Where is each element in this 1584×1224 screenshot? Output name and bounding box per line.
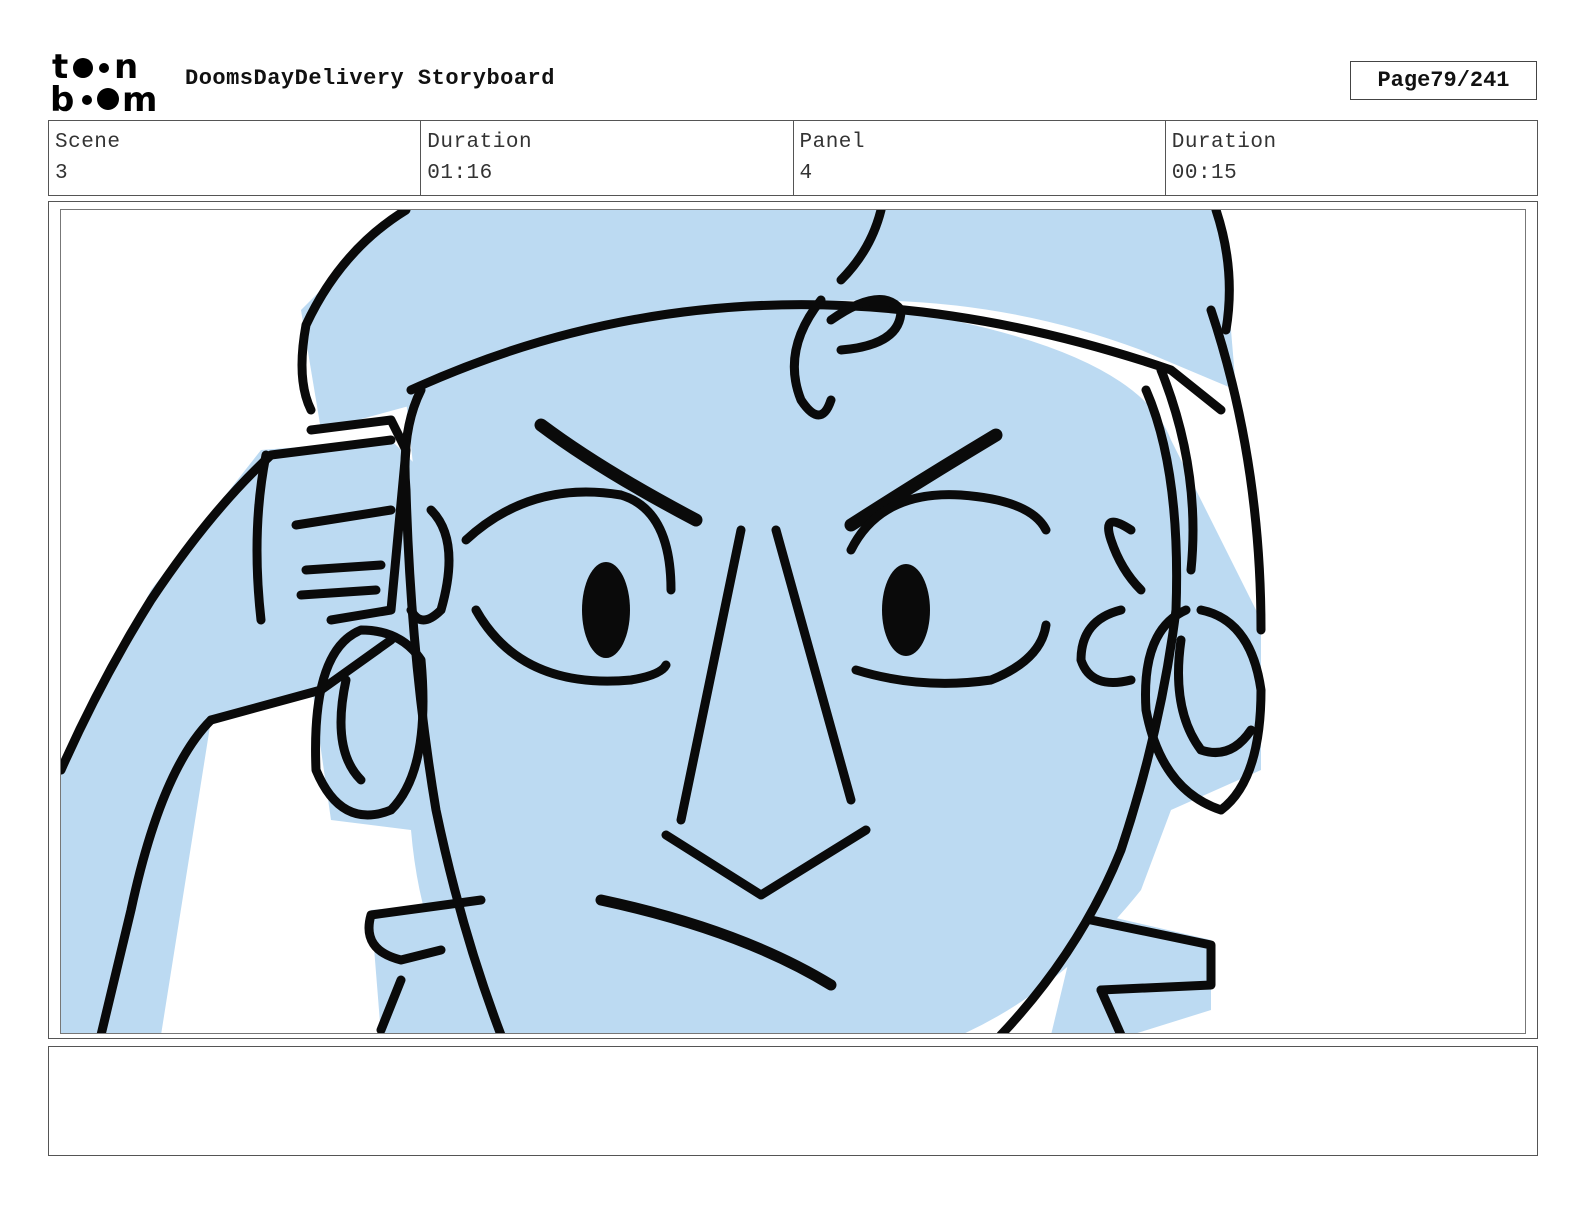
panel-image xyxy=(60,209,1526,1034)
panel-duration-label: Duration xyxy=(1171,131,1277,154)
panel-duration-cell: Duration 00:15 xyxy=(1166,121,1537,195)
scene-info-table: Scene 3 Duration 01:16 Panel 4 Duration … xyxy=(48,120,1538,196)
scene-label: Scene xyxy=(55,131,121,154)
page-label: Page xyxy=(1377,68,1431,93)
toonboom-logo-mark: t n b m xyxy=(50,48,157,114)
svg-text:b: b xyxy=(50,80,74,114)
panel-notes-box xyxy=(48,1046,1538,1156)
scene-duration-label: Duration xyxy=(427,131,533,154)
document-title: DoomsDayDelivery Storyboard xyxy=(185,66,555,91)
panel-value: 4 xyxy=(799,162,813,185)
panel-cell: Panel 4 xyxy=(794,121,1166,195)
svg-text:m: m xyxy=(122,80,157,114)
page-indicator: Page 79/241 xyxy=(1350,61,1537,100)
character-sketch xyxy=(61,210,1266,1033)
scene-duration-cell: Duration 01:16 xyxy=(421,121,794,195)
toonboom-logo: t n b m xyxy=(50,48,166,114)
scene-duration-value: 01:16 xyxy=(427,162,493,185)
panel-label: Panel xyxy=(799,131,866,154)
panel-duration-value: 00:15 xyxy=(1171,162,1238,185)
scene-value: 3 xyxy=(55,162,69,185)
scene-cell: Scene 3 xyxy=(49,121,422,195)
page-number: 79/241 xyxy=(1430,68,1510,93)
